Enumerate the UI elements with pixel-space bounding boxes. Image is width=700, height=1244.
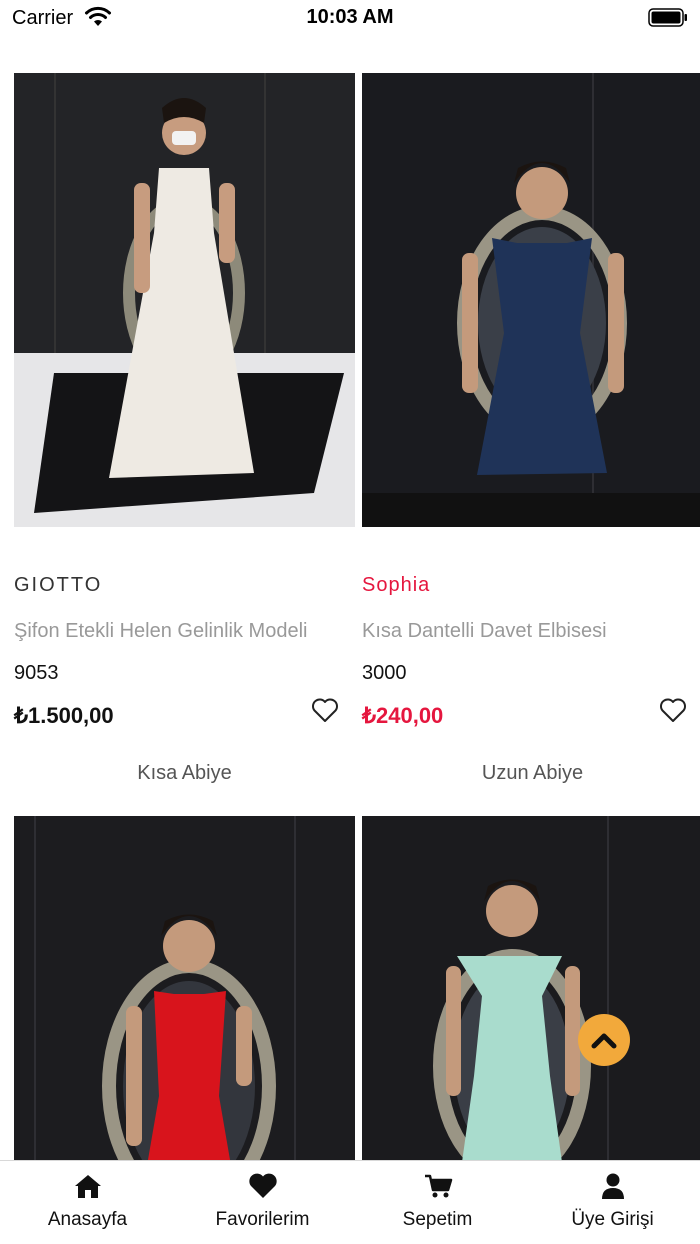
product-brand: Sophia	[362, 574, 431, 596]
bottom-tab-bar: Anasayfa Favorilerim Sepetim Üye Girişi	[0, 1160, 700, 1244]
product-code: 3000	[362, 662, 407, 684]
dress-photo	[362, 816, 700, 1160]
tab-sepetim[interactable]: Sepetim	[350, 1161, 525, 1244]
product-price: ₺240,00	[362, 703, 444, 728]
favorite-heart-icon[interactable]	[659, 697, 687, 723]
tab-label: Sepetim	[402, 1209, 473, 1230]
heart-icon	[248, 1173, 277, 1198]
tab-anasayfa[interactable]: Anasayfa	[0, 1161, 175, 1244]
product-name[interactable]: Kısa Dantelli Davet Elbisesi	[362, 620, 607, 643]
chevron-up-icon	[591, 1033, 617, 1049]
tab-uye-girisi[interactable]: Üye Girişi	[525, 1161, 700, 1244]
status-bar: Carrier 10:03 AM	[0, 0, 700, 40]
tab-label: Anasayfa	[47, 1209, 128, 1230]
user-icon	[601, 1173, 624, 1199]
tab-favorilerim[interactable]: Favorilerim	[175, 1161, 350, 1244]
home-icon	[74, 1175, 101, 1198]
product-brand: GIOTTO	[14, 574, 103, 596]
product-image[interactable]	[14, 816, 355, 1160]
product-name[interactable]: Şifon Etekli Helen Gelinlik Modeli	[14, 620, 307, 643]
product-code: 9053	[14, 662, 59, 684]
category-link[interactable]: Kısa Abiye	[14, 762, 355, 785]
battery-icon	[648, 8, 687, 27]
dress-photo	[362, 73, 700, 527]
category-link[interactable]: Uzun Abiye	[362, 762, 700, 785]
clock: 10:03 AM	[306, 6, 394, 28]
dress-photo	[14, 73, 355, 527]
favorite-heart-icon[interactable]	[311, 697, 339, 723]
product-image[interactable]	[362, 73, 700, 527]
dress-photo	[14, 816, 355, 1160]
scroll-to-top-button[interactable]	[578, 1014, 630, 1066]
product-price: ₺1.500,00	[14, 703, 114, 728]
product-list[interactable]: GIOTTO Şifon Etekli Helen Gelinlik Model…	[0, 40, 700, 1160]
tab-label: Üye Girişi	[571, 1209, 654, 1230]
tab-label: Favorilerim	[215, 1209, 310, 1230]
cart-icon	[424, 1174, 452, 1198]
product-image[interactable]	[14, 73, 355, 527]
product-image[interactable]	[362, 816, 700, 1160]
